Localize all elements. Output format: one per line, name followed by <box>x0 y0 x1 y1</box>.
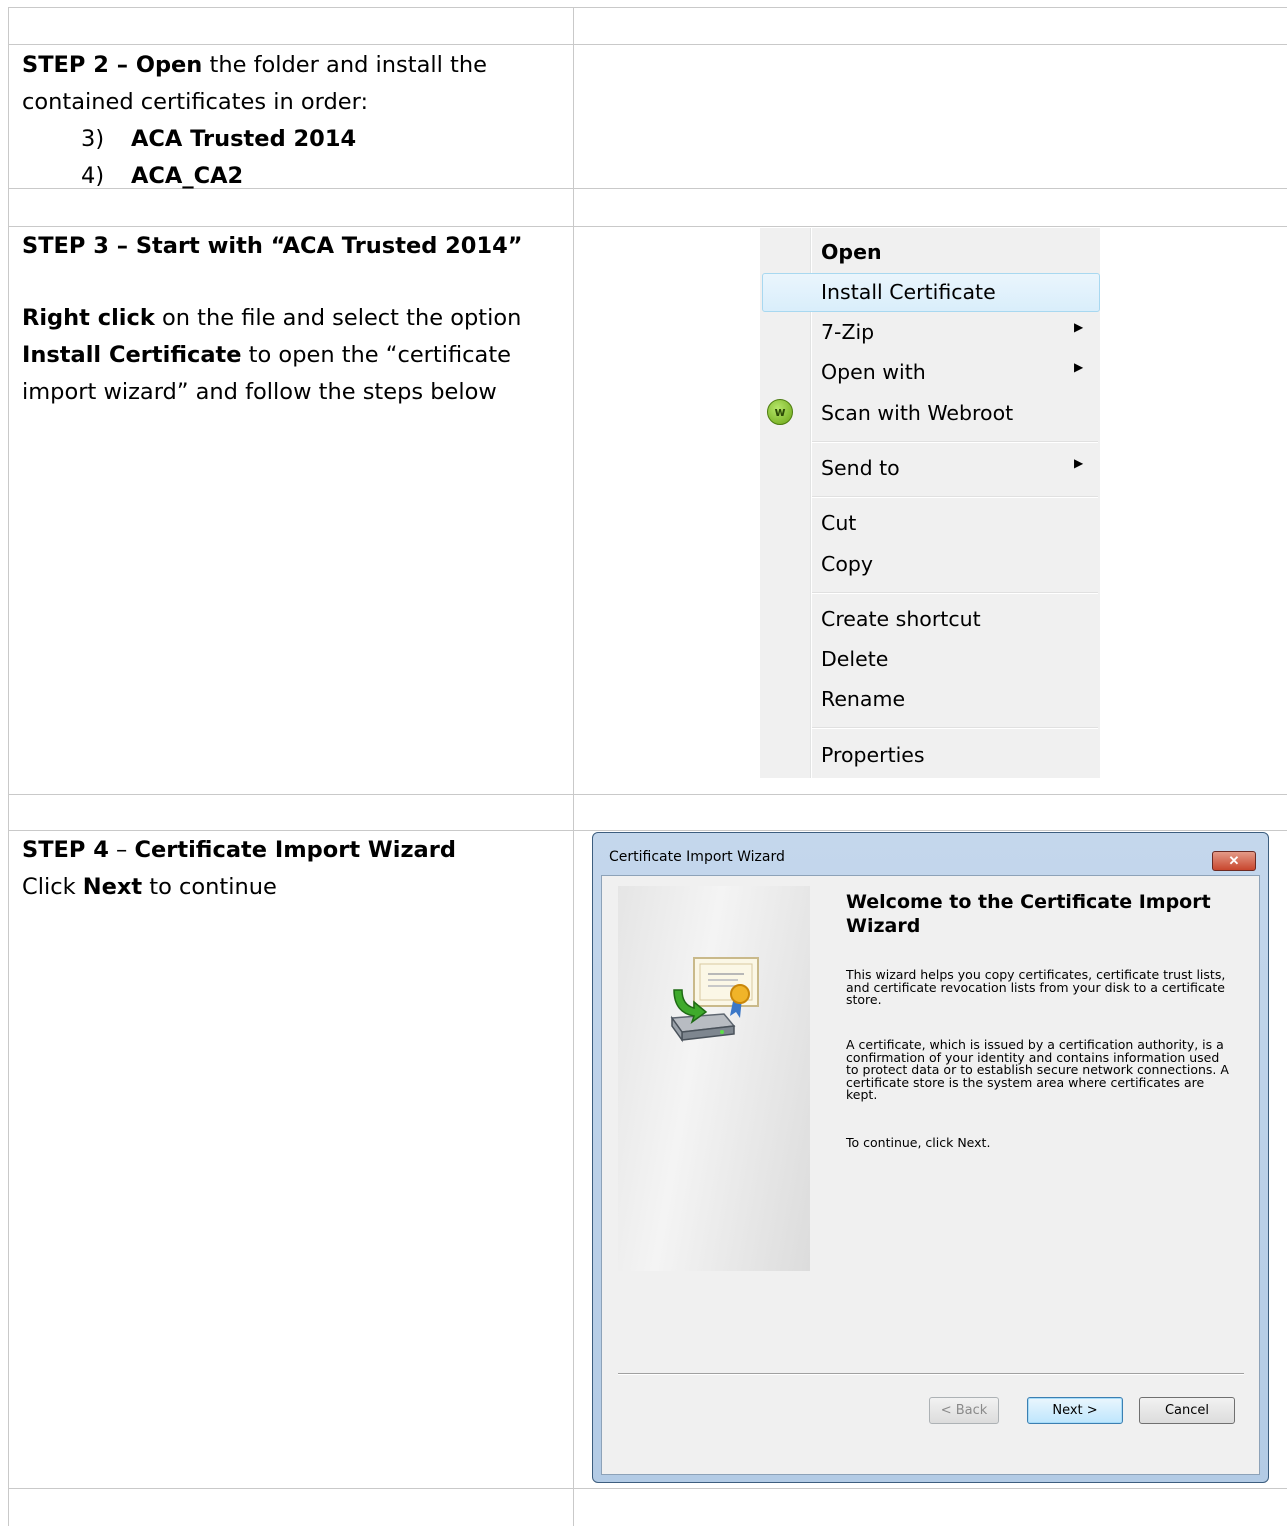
certificate-import-wizard-dialog: Certificate Import Wizard ✕ Welcome to t… <box>592 832 1269 1483</box>
menu-item-label: Scan with Webroot <box>821 401 1014 425</box>
menu-item-label: Copy <box>821 552 874 576</box>
context-menu: Open Install Certificate 7-Zip ▶ Open wit… <box>760 228 1100 778</box>
menu-item-7zip[interactable]: 7-Zip ▶ <box>760 312 1100 352</box>
step2-heading: STEP 2 – Open <box>22 52 203 78</box>
menu-item-label: 7-Zip <box>821 320 875 344</box>
menu-item-install-certificate[interactable]: Install Certificate <box>760 272 1100 312</box>
table-rule <box>8 830 1287 831</box>
wizard-heading: Welcome to the Certificate Import Wizard <box>846 891 1211 937</box>
list-label: ACA Trusted 2014 <box>131 126 357 152</box>
menu-item-label: Open with <box>821 360 926 384</box>
menu-item-open-with[interactable]: Open with ▶ <box>760 352 1100 392</box>
menu-item-label: Send to <box>821 456 900 480</box>
step2-text-line2: contained certificates in order: <box>22 89 369 115</box>
step4-click: Click <box>22 874 83 900</box>
menu-item-label: Open <box>821 240 882 264</box>
step4-dash: – <box>108 837 135 863</box>
wizard-side-panel <box>618 886 810 1271</box>
menu-item-label: Rename <box>821 687 906 711</box>
right-click-bold: Right click <box>22 305 155 331</box>
step3-text-line1: on the file and select the option <box>154 305 522 331</box>
step4-heading: Certificate Import Wizard <box>134 837 456 863</box>
menu-item-label: Create shortcut <box>821 607 981 631</box>
list-item: 4) ACA_CA2 <box>22 158 562 195</box>
menu-item-label: Cut <box>821 511 857 535</box>
window-title: Certificate Import Wizard <box>609 849 785 865</box>
menu-item-open[interactable]: Open <box>760 232 1100 272</box>
menu-item-cut[interactable]: Cut <box>760 503 1100 543</box>
wizard-paragraph: To continue, click Next. <box>846 1135 991 1150</box>
menu-item-label: Properties <box>821 743 925 767</box>
table-rule <box>8 1488 1287 1489</box>
menu-item-scan-with-webroot[interactable]: w Scan with Webroot <box>760 393 1100 433</box>
menu-item-label: Delete <box>821 647 889 671</box>
menu-item-delete[interactable]: Delete <box>760 639 1100 679</box>
wizard-body: Welcome to the Certificate Import Wizard… <box>601 875 1260 1475</box>
menu-item-send-to[interactable]: Send to ▶ <box>760 448 1100 488</box>
list-label: ACA_CA2 <box>131 163 244 189</box>
menu-item-create-shortcut[interactable]: Create shortcut <box>760 599 1100 639</box>
certificate-import-icon <box>670 957 759 1043</box>
close-icon: ✕ <box>1228 853 1240 868</box>
wizard-paragraph: This wizard helps you copy certificates,… <box>846 967 1226 1007</box>
menu-separator <box>812 441 1098 443</box>
table-rule <box>8 794 1287 795</box>
next-button[interactable]: Next > <box>1027 1397 1123 1424</box>
step3-text-line3: import wizard” and follow the steps belo… <box>22 379 497 405</box>
wizard-paragraph: A certificate, which is issued by a cert… <box>846 1037 1229 1102</box>
step2-text: STEP 2 – Open the folder and install the… <box>22 47 562 195</box>
install-certificate-bold: Install Certificate <box>22 342 242 368</box>
submenu-arrow-icon: ▶ <box>1074 320 1084 334</box>
submenu-arrow-icon: ▶ <box>1074 360 1084 374</box>
next-bold: Next <box>82 874 143 900</box>
close-button[interactable]: ✕ <box>1212 851 1256 871</box>
list-number: 4) <box>81 163 105 189</box>
step4-label: STEP 4 <box>22 837 109 863</box>
step4-text: STEP 4 – Certificate Import Wizard Click… <box>22 832 562 906</box>
menu-item-rename[interactable]: Rename <box>760 679 1100 719</box>
cancel-button[interactable]: Cancel <box>1139 1397 1235 1424</box>
menu-item-copy[interactable]: Copy <box>760 544 1100 584</box>
table-rule <box>8 7 1287 8</box>
table-rule <box>8 226 1287 227</box>
menu-item-properties[interactable]: Properties <box>760 735 1100 775</box>
step2-text-line1: the folder and install the <box>202 52 487 78</box>
table-rule <box>8 44 1287 45</box>
table-rule <box>8 7 9 1526</box>
list-number: 3) <box>81 126 105 152</box>
menu-separator <box>812 727 1098 729</box>
webroot-icon: w <box>767 399 793 425</box>
menu-separator <box>812 592 1098 594</box>
list-item: 3) ACA Trusted 2014 <box>22 121 562 158</box>
table-rule <box>573 7 574 1526</box>
step4-continue: to continue <box>142 874 277 900</box>
step3-text: STEP 3 – Start with “ACA Trusted 2014” R… <box>22 228 562 411</box>
step3-heading: STEP 3 – Start with “ACA Trusted 2014” <box>22 233 523 259</box>
menu-separator <box>812 496 1098 498</box>
submenu-arrow-icon: ▶ <box>1074 456 1084 470</box>
step3-text-line2: to open the “certificate <box>241 342 511 368</box>
menu-item-label: Install Certificate <box>821 280 996 304</box>
back-button[interactable]: < Back <box>929 1397 999 1424</box>
wizard-divider <box>618 1373 1244 1375</box>
